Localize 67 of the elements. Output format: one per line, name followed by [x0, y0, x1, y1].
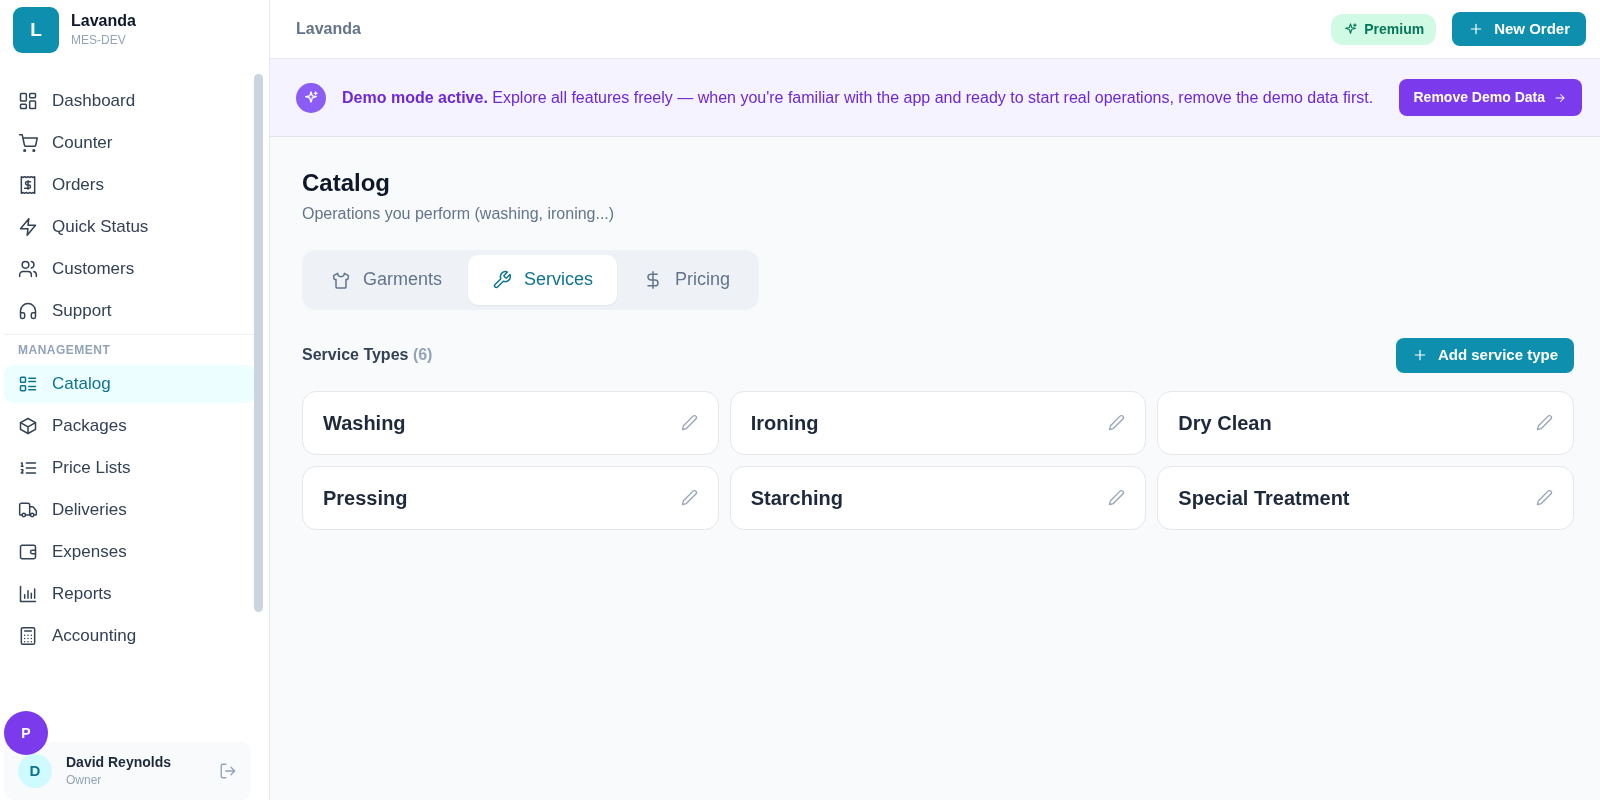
bar-chart-icon — [18, 584, 38, 604]
user-avatar: D — [18, 754, 52, 788]
pencil-icon[interactable] — [1536, 489, 1553, 507]
new-order-button[interactable]: New Order — [1452, 12, 1586, 46]
sidebar-item[interactable]: Customers — [4, 250, 255, 288]
premium-badge: Premium — [1331, 13, 1437, 45]
sidebar-item[interactable]: Packages — [4, 407, 255, 445]
tab[interactable]: Pricing — [619, 254, 755, 305]
tab[interactable]: Services — [468, 254, 618, 305]
sidebar-item[interactable]: Counter — [4, 124, 255, 162]
sparkle-icon — [1343, 21, 1359, 37]
user-name: David Reynolds — [66, 752, 173, 772]
page-title: Lavanda — [296, 19, 361, 39]
logo: L — [13, 7, 59, 53]
headphones-icon — [18, 301, 38, 321]
pencil-icon[interactable] — [680, 489, 698, 507]
section-title: Service Types (6) — [302, 345, 433, 366]
service-card[interactable]: Ironing — [729, 390, 1147, 455]
calculator-icon — [18, 626, 38, 646]
floating-avatar-button[interactable]: P — [4, 711, 48, 755]
page-subtitle: Operations you perform (washing, ironing...) — [302, 203, 616, 224]
sidebar-item[interactable]: Accounting — [4, 617, 255, 655]
sidebar-item[interactable]: Quick Status — [4, 208, 255, 246]
environment-label: MES-DEV — [71, 31, 127, 49]
service-card[interactable]: Pressing — [302, 465, 719, 530]
scrollbar[interactable] — [254, 74, 263, 612]
pencil-icon[interactable] — [1536, 414, 1553, 432]
lightning-icon — [18, 217, 38, 237]
sidebar-item[interactable]: Support — [4, 292, 255, 330]
service-name: Dry Clean — [1178, 410, 1273, 436]
sidebar-item[interactable]: Price Lists — [4, 449, 255, 487]
service-name: Washing — [323, 410, 407, 436]
box-icon — [18, 416, 38, 436]
wallet-icon — [18, 542, 38, 562]
tab[interactable]: Garments — [307, 254, 467, 305]
service-name: Ironing — [750, 410, 820, 436]
truck-icon — [18, 500, 38, 520]
sidebar-item[interactable]: Dashboard — [4, 82, 255, 120]
service-card[interactable]: Dry Clean — [1157, 390, 1574, 455]
cart-icon — [18, 133, 38, 153]
sidebar-item[interactable]: Orders — [4, 166, 255, 204]
add-service-type-button[interactable]: Add service type — [1395, 337, 1574, 373]
dashboard-icon — [18, 91, 38, 111]
service-card[interactable]: Starching — [729, 465, 1147, 530]
service-name: Special Treatment — [1178, 485, 1351, 511]
wrench-icon — [492, 269, 513, 290]
list-icon — [18, 374, 38, 394]
pencil-icon[interactable] — [680, 414, 698, 432]
sidebar-item[interactable]: Reports — [4, 575, 255, 613]
sparkle-badge-icon — [296, 82, 326, 113]
users-icon — [18, 259, 38, 279]
pencil-icon[interactable] — [1108, 414, 1126, 432]
demo-mode-message: Demo mode active. Explore all features freely — when you're familiar with the app and ready to start real operations, remove the demo data first. — [342, 87, 1375, 108]
service-card[interactable]: Special Treatment — [1157, 465, 1574, 530]
user-role: Owner — [66, 772, 103, 790]
sidebar-item[interactable]: Deliveries — [4, 491, 255, 529]
service-name: Pressing — [323, 485, 409, 511]
brand-name: Lavanda — [71, 11, 136, 31]
pencil-icon[interactable] — [1108, 489, 1126, 507]
sidebar-item[interactable]: Catalog — [4, 365, 255, 403]
service-card[interactable]: Washing — [302, 390, 719, 455]
page-heading: Catalog — [302, 169, 391, 198]
service-name: Starching — [750, 485, 844, 511]
remove-demo-data-button[interactable]: Remove Demo Data — [1398, 79, 1582, 116]
logout-icon[interactable] — [219, 762, 237, 780]
receipt-icon — [18, 175, 38, 195]
sidebar-item[interactable]: Expenses — [4, 533, 255, 571]
